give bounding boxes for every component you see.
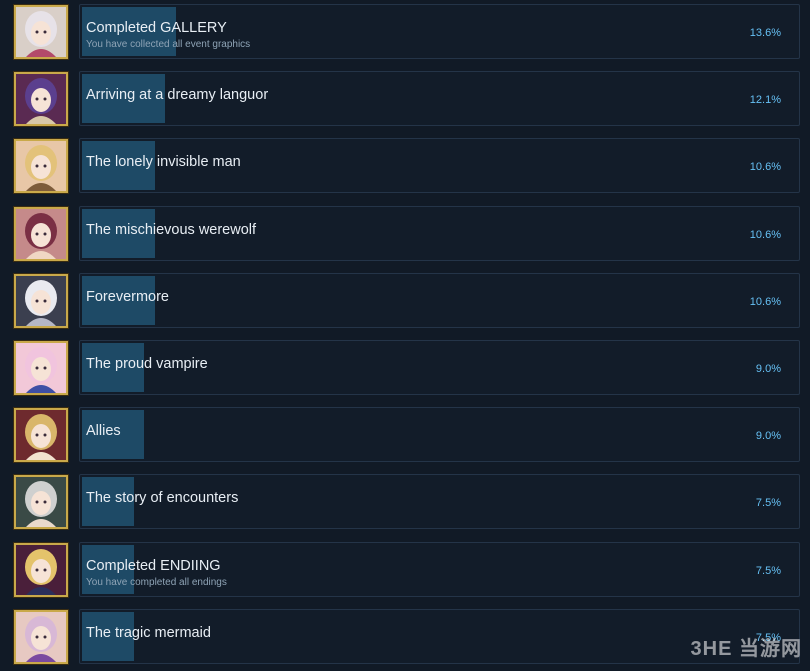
achievement-portrait-icon <box>14 206 68 261</box>
achievement-description: You have completed all endings <box>86 576 227 588</box>
achievement-portrait-icon <box>14 72 68 127</box>
achievement-progress-bar: The proud vampire 9.0% <box>79 340 800 395</box>
achievement-title: Completed GALLERY <box>86 20 227 36</box>
unlock-percentage: 9.0% <box>755 363 781 375</box>
achievement-title: Allies <box>86 423 121 440</box>
unlock-percentage: 7.5% <box>755 564 781 577</box>
achievement-list: Completed GALLERY You have collected all … <box>0 0 810 671</box>
achievement-progress-bar: The story of encounters 7.5% <box>79 474 800 530</box>
achievement-row[interactable]: The mischievous werewolf 10.6% <box>0 204 810 261</box>
achievement-progress-bar: Arriving at a dreamy languor 12.1% <box>79 71 800 127</box>
unlock-percentage: 13.6% <box>749 27 781 39</box>
unlock-percentage: 10.6% <box>749 228 781 241</box>
achievement-title: Arriving at a dreamy languor <box>86 87 269 104</box>
achievement-portrait-icon <box>14 542 68 597</box>
achievement-progress-bar: Forevermore 10.6% <box>79 272 800 328</box>
unlock-percentage: 10.6% <box>749 295 781 308</box>
unlock-percentage: 10.6% <box>749 161 781 174</box>
watermark: 3HE 当游网 <box>690 638 802 660</box>
achievement-portrait-icon <box>14 273 68 328</box>
achievement-title: Completed ENDIING <box>86 557 221 574</box>
unlock-percentage: 7.5% <box>755 497 781 510</box>
achievement-progress-bar: The mischievous werewolf 10.6% <box>79 205 800 261</box>
achievement-row[interactable]: The tragic mermaid 7.5% <box>0 607 810 664</box>
achievement-title: Forevermore <box>86 288 169 305</box>
achievement-portrait-icon <box>14 139 68 194</box>
achievement-row[interactable]: Allies 9.0% <box>0 405 810 463</box>
achievement-progress-bar: Completed ENDIING You have completed all … <box>79 541 800 597</box>
achievement-title: The lonely invisible man <box>86 154 241 171</box>
achievement-row[interactable]: The proud vampire 9.0% <box>0 338 810 395</box>
achievement-progress-bar: Allies 9.0% <box>79 407 800 463</box>
achievement-row[interactable]: Completed GALLERY You have collected all … <box>0 2 810 59</box>
unlock-percentage: 9.0% <box>755 430 781 443</box>
unlock-percentage: 12.1% <box>749 94 781 107</box>
achievement-portrait-icon <box>14 475 68 530</box>
achievement-progress-bar: Completed GALLERY You have collected all … <box>79 4 800 59</box>
achievement-title: The tragic mermaid <box>86 624 211 641</box>
achievement-title: The mischievous werewolf <box>86 221 257 238</box>
achievement-progress-bar: The lonely invisible man 10.6% <box>79 138 800 194</box>
achievement-portrait-icon <box>14 5 68 59</box>
achievement-row[interactable]: The lonely invisible man 10.6% <box>0 136 810 194</box>
achievement-title: The story of encounters <box>86 490 239 507</box>
achievement-row[interactable]: Completed ENDIING You have completed all … <box>0 540 810 597</box>
achievement-row[interactable]: Forevermore 10.6% <box>0 271 810 328</box>
achievement-title: The proud vampire <box>86 356 208 372</box>
achievement-portrait-icon <box>14 341 68 395</box>
achievement-portrait-icon <box>14 609 68 664</box>
achievement-row[interactable]: Arriving at a dreamy languor 12.1% <box>0 69 810 127</box>
achievement-portrait-icon <box>14 408 68 463</box>
achievement-row[interactable]: The story of encounters 7.5% <box>0 472 810 530</box>
achievement-description: You have collected all event graphics <box>86 39 251 50</box>
